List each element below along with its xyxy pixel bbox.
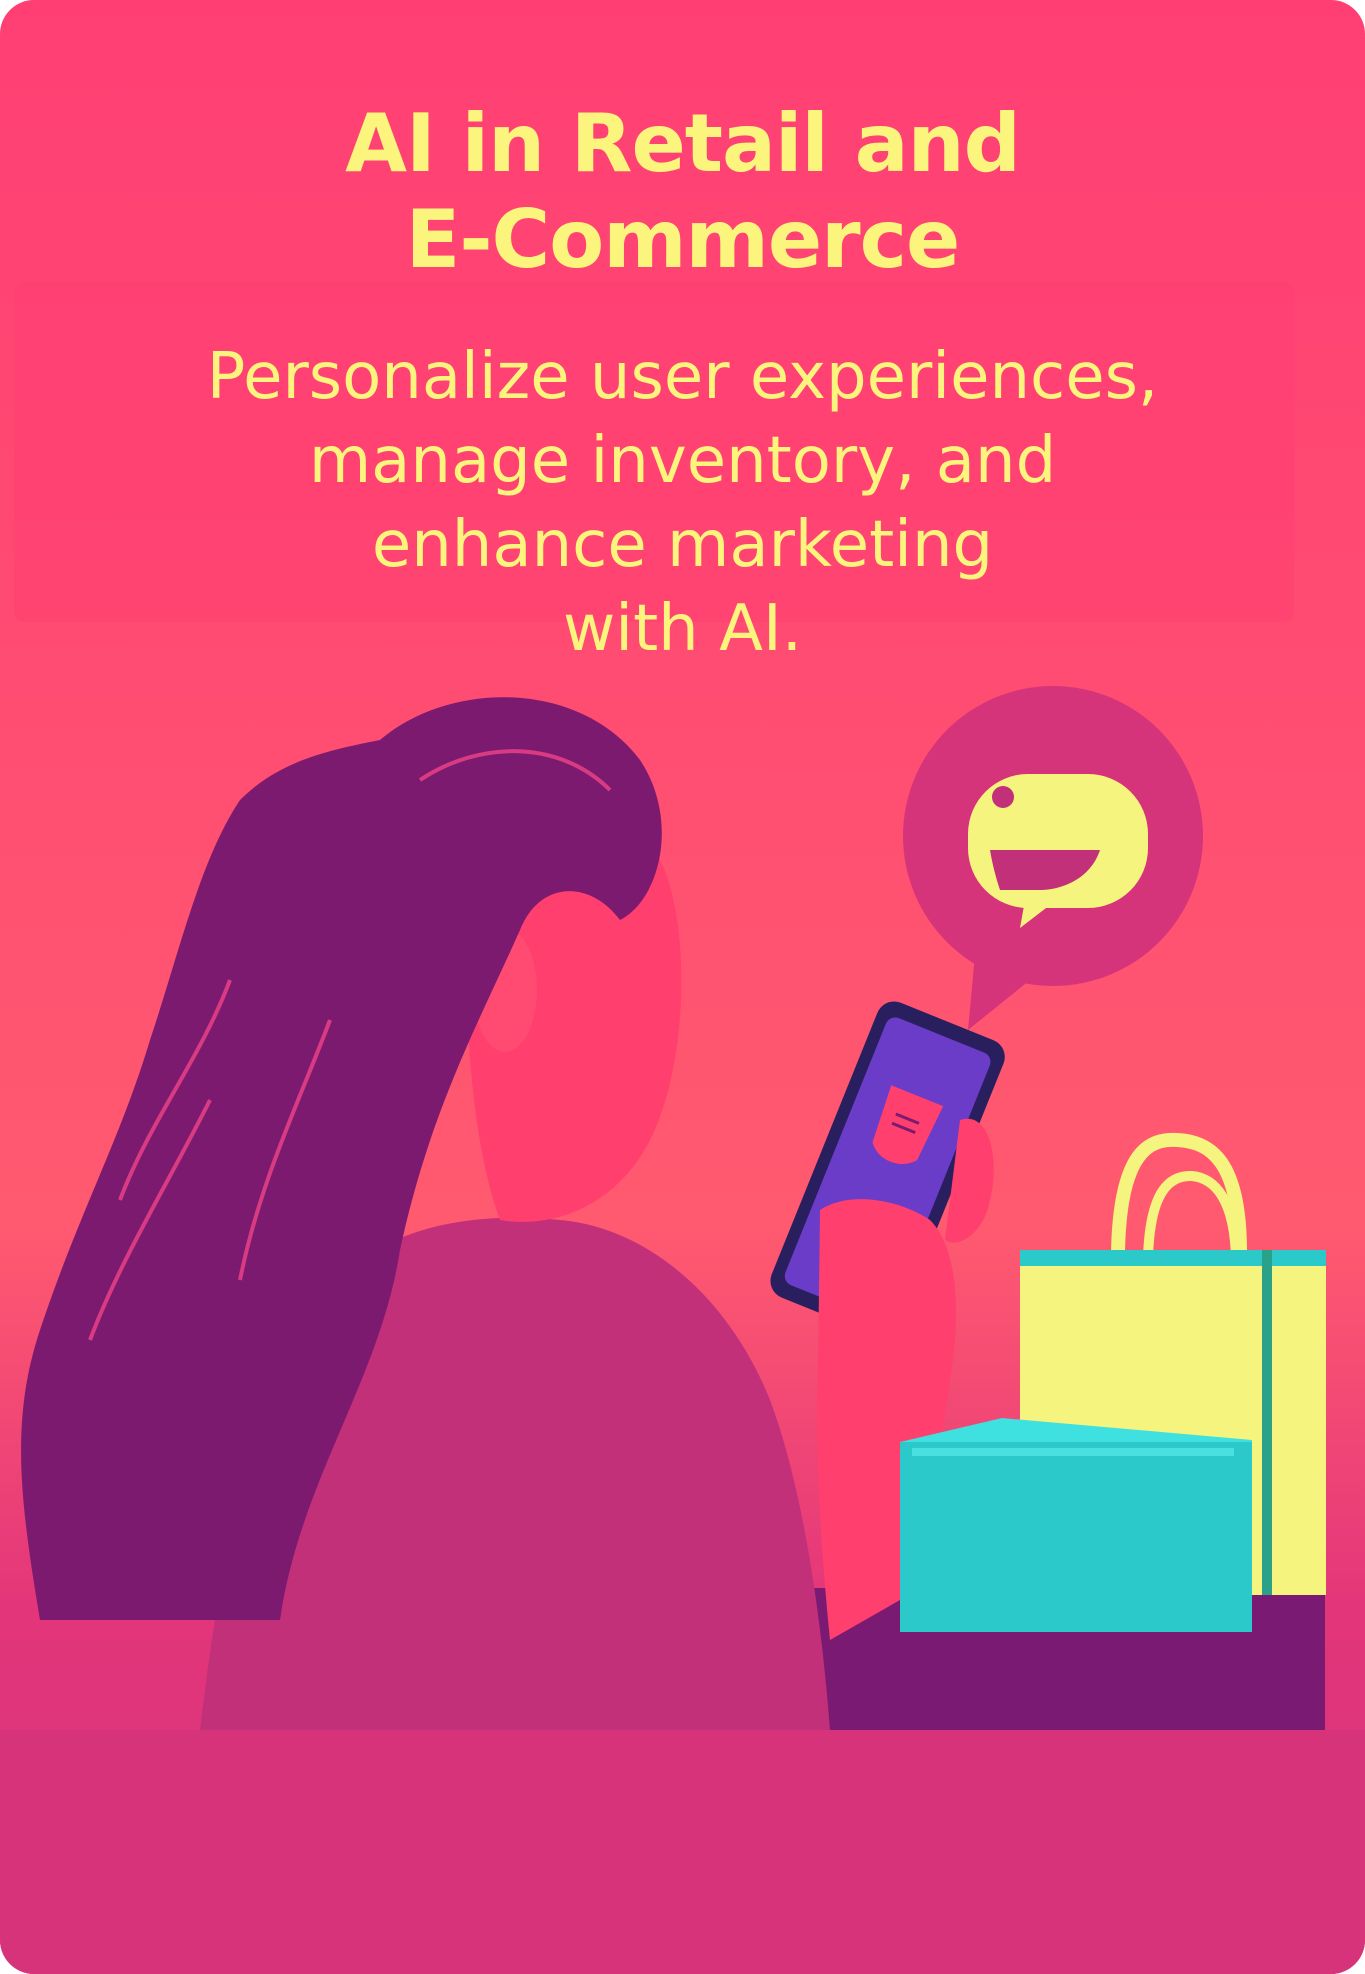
card-description-line-1: Personalize user experiences,: [206, 340, 1159, 414]
card-title: AI in Retail and E-Commerce: [0, 96, 1365, 288]
card-description-line-2: manage inventory, and: [308, 424, 1057, 498]
card-title-line-1: AI in Retail and: [345, 97, 1021, 190]
shopping-illustration: [0, 282, 1365, 1974]
card-description-line-4: with AI.: [562, 592, 803, 666]
chat-bubble-icon: [903, 686, 1203, 1030]
card-title-line-2: E-Commerce: [405, 193, 961, 286]
gift-box-icon: [900, 1418, 1252, 1632]
card-description: Personalize user experiences, manage inv…: [60, 335, 1305, 671]
card-description-line-3: enhance marketing: [371, 508, 994, 582]
retail-ai-card[interactable]: AI in Retail and E-Commerce Personalize …: [0, 0, 1365, 1974]
